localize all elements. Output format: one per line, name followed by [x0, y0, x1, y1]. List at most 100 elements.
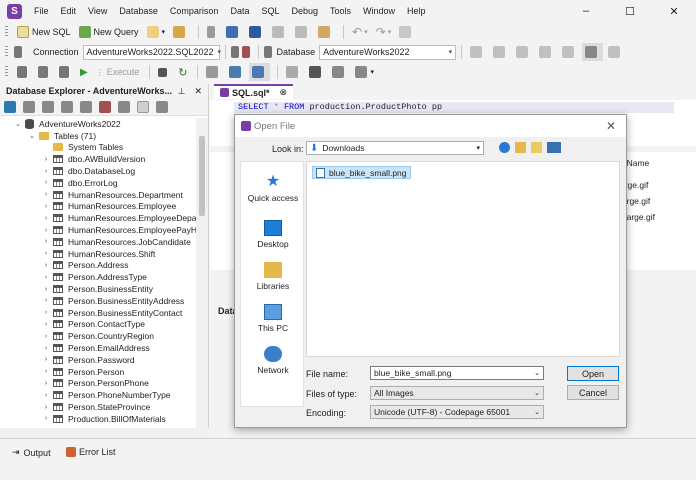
tree-node-table[interactable]: › dbo.AWBuildVersion [0, 153, 196, 165]
menu-debug[interactable]: Debug [285, 0, 324, 22]
copy-button[interactable] [292, 23, 313, 41]
chevron-right-icon[interactable]: › [42, 321, 50, 328]
tree-node-table[interactable]: › dbo.ErrorLog [0, 177, 196, 189]
chevron-right-icon[interactable]: › [42, 415, 50, 422]
connection-combo[interactable]: AdventureWorks2022.SQL2022 ▾ [82, 44, 221, 60]
open-item-button[interactable] [170, 23, 191, 41]
chart-button[interactable] [203, 63, 224, 81]
output-tab[interactable]: ⇥ Output [12, 447, 51, 458]
chevron-right-icon[interactable]: › [42, 392, 50, 399]
menu-comparison[interactable]: Comparison [164, 0, 225, 22]
copy-icon[interactable] [42, 100, 54, 113]
disconnect-icon[interactable] [99, 100, 111, 113]
menu-window[interactable]: Window [357, 0, 401, 22]
open-button[interactable]: Open [567, 366, 619, 381]
menu-data[interactable]: Data [224, 0, 255, 22]
chevron-right-icon[interactable]: › [42, 168, 50, 175]
tree-node-table[interactable]: › Person.Password [0, 354, 196, 366]
tree-node-table[interactable]: › Person.BusinessEntityContact [0, 307, 196, 319]
chevron-right-icon[interactable]: › [42, 286, 50, 293]
run-button[interactable]: ▶ [77, 63, 91, 81]
place-desktop[interactable]: Desktop [241, 220, 305, 249]
more-tools-button[interactable] [396, 23, 417, 41]
tree-node-table[interactable]: › Person.PhoneNumberType [0, 389, 196, 401]
menu-view[interactable]: View [82, 0, 113, 22]
menu-file[interactable]: File [28, 0, 55, 22]
connect-button[interactable] [204, 23, 221, 41]
stop-button[interactable] [155, 63, 173, 81]
new-item-dropdown[interactable]: ▾ [144, 23, 169, 41]
menu-tools[interactable]: Tools [324, 0, 357, 22]
minimize-button[interactable]: – [564, 0, 608, 22]
delete-icon[interactable] [23, 100, 35, 113]
chevron-down-icon[interactable]: ⌄ [14, 120, 22, 128]
back-icon[interactable] [499, 142, 510, 153]
comment-button[interactable] [490, 43, 511, 61]
tree-node-table[interactable]: › Person.CountryRegion [0, 330, 196, 342]
look-in-combo[interactable]: ⬇ Downloads ▾ [306, 141, 484, 155]
cancel-button[interactable]: Cancel [567, 385, 619, 400]
database-combo[interactable]: AdventureWorks2022 ▾ [319, 44, 457, 60]
outdent-button[interactable] [536, 43, 557, 61]
new-query-button[interactable]: New Query [76, 23, 142, 41]
plan-button[interactable] [226, 63, 247, 81]
chevron-down-icon[interactable]: ⌄ [28, 132, 36, 140]
view-menu-icon[interactable] [547, 142, 561, 153]
chevron-right-icon[interactable]: › [42, 345, 50, 352]
menu-sql[interactable]: SQL [255, 0, 285, 22]
grid-button[interactable] [249, 63, 271, 81]
encoding-combo[interactable]: Unicode (UTF-8) - Codepage 65001 ⌄ [370, 405, 544, 419]
indent-button[interactable] [513, 43, 534, 61]
plug-icon[interactable] [80, 100, 92, 113]
chevron-right-icon[interactable]: › [42, 203, 50, 210]
new-sql-button[interactable]: New SQL [14, 23, 74, 41]
chevron-right-icon[interactable]: › [42, 238, 50, 245]
save-button[interactable] [223, 23, 244, 41]
maximize-button[interactable]: ☐ [608, 0, 652, 22]
options-icon[interactable] [156, 100, 168, 113]
tree-node-table[interactable]: › Person.Person [0, 366, 196, 378]
cut-button[interactable] [269, 23, 290, 41]
tree-node-table[interactable]: › Production.BillOfMaterials [0, 413, 196, 425]
tree-vertical-scrollbar[interactable] [196, 118, 208, 428]
tree-node-table[interactable]: › HumanResources.Shift [0, 248, 196, 260]
tab-sql-document[interactable]: SQL.sql* ⊗ [214, 84, 294, 99]
print-button[interactable] [329, 63, 350, 81]
refresh-icon[interactable] [4, 100, 16, 113]
chevron-right-icon[interactable]: › [42, 227, 50, 234]
place-network[interactable]: Network [241, 346, 305, 375]
chevron-right-icon[interactable]: › [42, 156, 50, 163]
tree-node-table[interactable]: › HumanResources.Employee [0, 201, 196, 213]
chevron-right-icon[interactable]: › [42, 262, 50, 269]
chevron-right-icon[interactable]: › [42, 179, 50, 186]
scrollbar-thumb[interactable] [199, 136, 205, 216]
sql-mode-button[interactable] [582, 43, 604, 61]
file-name-input[interactable]: blue_bike_small.png ⌄ [370, 366, 544, 380]
place-quick-access[interactable]: ★ Quick access [241, 174, 305, 204]
tree-node-table[interactable]: › Person.BusinessEntityAddress [0, 295, 196, 307]
tree-node-table[interactable]: › Person.EmailAddress [0, 342, 196, 354]
up-folder-icon[interactable] [515, 142, 526, 153]
format-button[interactable] [467, 43, 488, 61]
chevron-right-icon[interactable]: › [42, 380, 50, 387]
menu-help[interactable]: Help [401, 0, 432, 22]
home-icon[interactable] [137, 100, 149, 113]
image-button[interactable] [306, 63, 327, 81]
tree-node-table[interactable]: › Person.StateProvince [0, 401, 196, 413]
tree-node-table[interactable]: › HumanResources.Department [0, 189, 196, 201]
settings-button[interactable] [605, 43, 626, 61]
close-dialog-button[interactable]: ✕ [606, 119, 616, 133]
tree-node-table[interactable]: › HumanResources.EmployeePayHistor [0, 224, 196, 236]
chevron-right-icon[interactable]: › [42, 404, 50, 411]
tree-node-table[interactable]: › HumanResources.JobCandidate [0, 236, 196, 248]
tree-node-database[interactable]: ⌄ AdventureWorks2022 [0, 118, 196, 130]
new-connection-icon[interactable] [118, 100, 130, 113]
close-window-button[interactable]: ✕ [652, 0, 696, 22]
layout-button[interactable] [283, 63, 304, 81]
db2-button[interactable] [35, 63, 54, 81]
paste-button[interactable] [315, 23, 336, 41]
tree-node-tables[interactable]: ⌄ Tables (71) [0, 130, 196, 142]
new-folder-icon[interactable] [531, 142, 542, 153]
db3-button[interactable] [56, 63, 75, 81]
close-tab-icon[interactable]: ⊗ [280, 87, 288, 98]
